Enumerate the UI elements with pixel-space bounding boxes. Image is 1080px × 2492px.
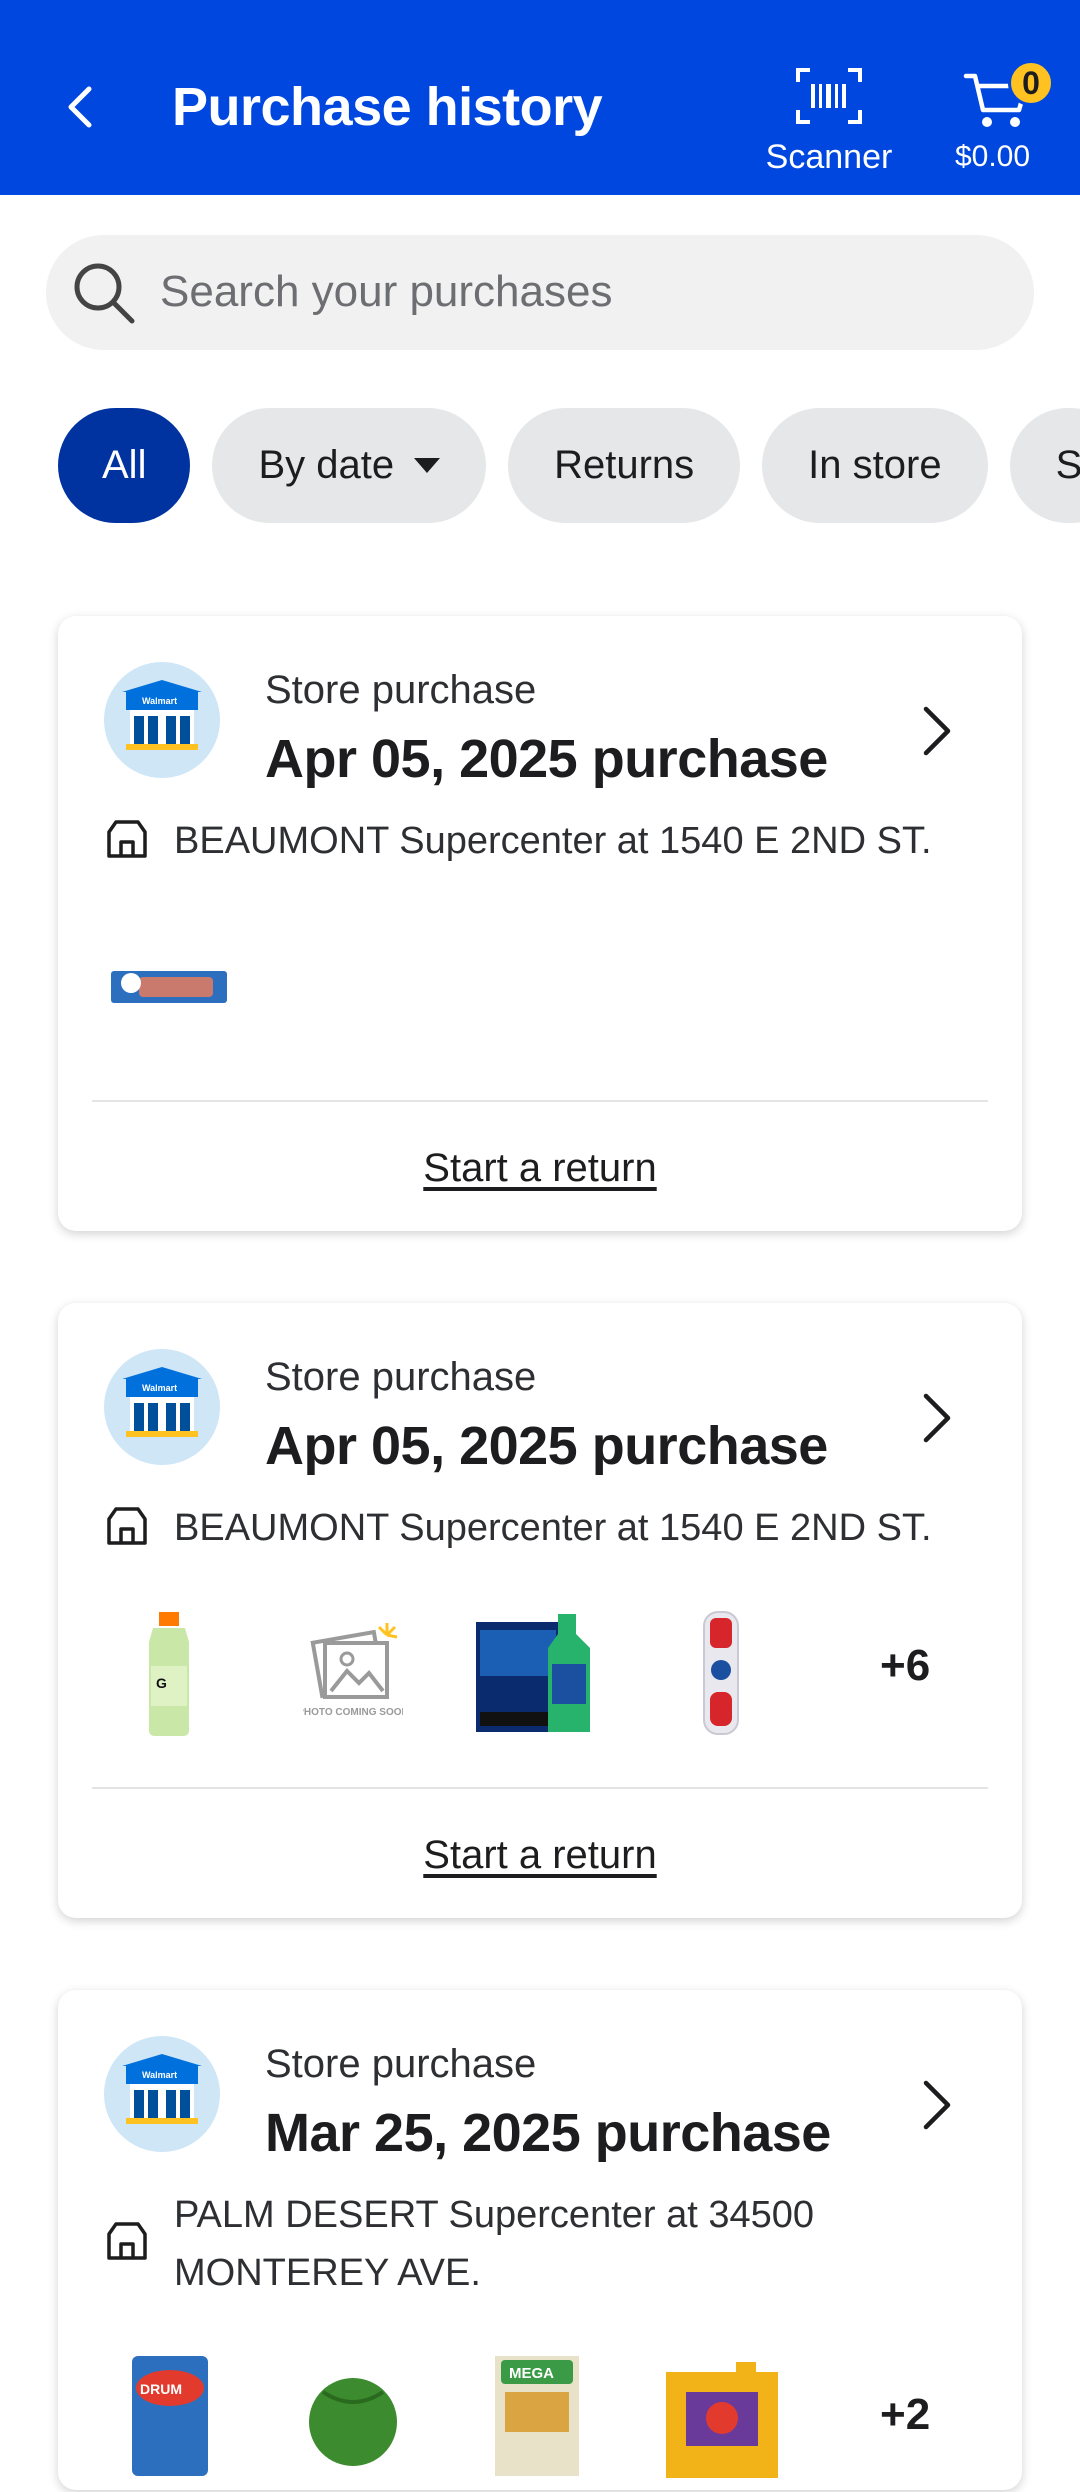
cereal-box-image: MEGA (495, 2356, 579, 2476)
item-thumbnails: DRUM MEGA +2 (104, 2352, 974, 2492)
svg-text:MEGA: MEGA (509, 2365, 554, 2382)
item-thumbnail[interactable] (472, 1603, 602, 1743)
item-thumbnails (104, 916, 974, 1056)
card-divider (92, 1100, 988, 1102)
search-input[interactable] (158, 257, 998, 327)
app-header: Purchase history Scanner 0 $0.00 (0, 0, 1080, 195)
purchase-type: Store purchase (265, 2042, 537, 2086)
item-thumbnail[interactable] (656, 2352, 786, 2492)
purchase-card[interactable]: Walmart Store purchase Mar 25, 2025 purc… (58, 1990, 1022, 2490)
scanner-label: Scanner (765, 138, 893, 176)
item-thumbnail[interactable]: MEGA (472, 2352, 602, 2492)
item-thumbnail[interactable] (288, 2352, 418, 2492)
more-items-count[interactable]: +2 (880, 2390, 930, 2440)
chevron-left-icon (68, 86, 92, 128)
store-address: PALM DESERT Supercenter at 34500 MONTERE… (174, 2194, 815, 2294)
item-thumbnail[interactable]: DRUM (104, 2352, 234, 2492)
chip-more-label: S (1055, 443, 1080, 487)
barcode-scanner-icon (796, 68, 862, 124)
photo-coming-soon-text: PHOTO COMING SOON (303, 1707, 403, 1718)
purchase-title: Apr 05, 2025 purchase (265, 1416, 828, 1476)
chip-by-date[interactable]: By date (212, 408, 487, 523)
purchase-title: Apr 05, 2025 purchase (265, 729, 828, 789)
walmart-store-avatar: Walmart (104, 1349, 220, 1465)
crest-mouthwash-image (476, 1614, 590, 1732)
purchase-card[interactable]: Walmart Store purchase Apr 05, 2025 purc… (58, 616, 1022, 1231)
store-address: BEAUMONT Supercenter at 1540 E 2ND ST. (174, 820, 932, 862)
purchase-type: Store purchase (265, 668, 537, 712)
card-divider (92, 1787, 988, 1789)
page-title: Purchase history (172, 77, 603, 137)
chevron-right-icon[interactable] (916, 2075, 956, 2135)
chip-in-store[interactable]: In store (762, 408, 988, 523)
chip-by-date-label: By date (258, 443, 395, 487)
item-thumbnail[interactable] (104, 916, 234, 1056)
detergent-jug-image (666, 2362, 778, 2478)
store-icon (107, 2222, 147, 2260)
item-thumbnail[interactable]: PHOTO COMING SOON (288, 1603, 418, 1743)
drumstick-box-image: DRUM (132, 2356, 208, 2476)
gatorade-bottle-image: G (149, 1612, 189, 1736)
purchase-type: Store purchase (265, 1355, 537, 1399)
cart-total: $0.00 (954, 140, 1031, 173)
walmart-store-avatar: Walmart (104, 2036, 220, 2152)
scanner-button[interactable]: Scanner (760, 66, 898, 186)
chip-more[interactable]: S (1009, 408, 1080, 523)
caret-down-icon (414, 458, 441, 473)
toothbrush-pack-image (703, 1611, 739, 1735)
filter-chips: All By date Returns In store S (58, 408, 1080, 523)
search-icon (74, 263, 135, 324)
chip-all-label: All (102, 443, 147, 487)
avatar-store-text: Walmart (142, 1383, 177, 1393)
cart-button[interactable]: 0 $0.00 (940, 60, 1065, 180)
avatar-store-text: Walmart (142, 696, 177, 706)
store-icon (107, 820, 147, 858)
svg-text:G: G (156, 1675, 167, 1691)
chip-returns[interactable]: Returns (508, 408, 741, 523)
store-icon (107, 1507, 147, 1545)
chip-in-store-label: In store (808, 443, 942, 487)
purchase-card[interactable]: Walmart Store purchase Apr 05, 2025 purc… (58, 1303, 1022, 1918)
search-bar[interactable] (46, 235, 1034, 350)
purchase-title: Mar 25, 2025 purchase (265, 2103, 831, 2163)
start-return-link[interactable]: Start a return (58, 1146, 1022, 1191)
item-thumbnails: G PHOTO COMING SOON (104, 1603, 974, 1743)
svg-text:DRUM: DRUM (140, 2381, 182, 2397)
watermelon-image (309, 2378, 397, 2466)
item-thumbnail[interactable] (656, 1603, 786, 1743)
chip-all[interactable]: All (58, 408, 191, 523)
start-return-link[interactable]: Start a return (58, 1833, 1022, 1878)
cart-count-badge: 0 (1008, 60, 1054, 106)
more-items-count[interactable]: +6 (880, 1641, 930, 1691)
chevron-right-icon[interactable] (916, 1388, 956, 1448)
chip-returns-label: Returns (554, 443, 695, 487)
item-thumbnail[interactable]: G (104, 1603, 234, 1743)
chevron-right-icon[interactable] (916, 701, 956, 761)
avatar-store-text: Walmart (142, 2070, 177, 2080)
store-address: BEAUMONT Supercenter at 1540 E 2ND ST. (174, 1507, 932, 1549)
walmart-store-avatar: Walmart (104, 662, 220, 778)
back-button[interactable] (50, 72, 110, 142)
photo-coming-soon-image: PHOTO COMING SOON (303, 1623, 403, 1718)
snack-bar-image (111, 971, 227, 1003)
